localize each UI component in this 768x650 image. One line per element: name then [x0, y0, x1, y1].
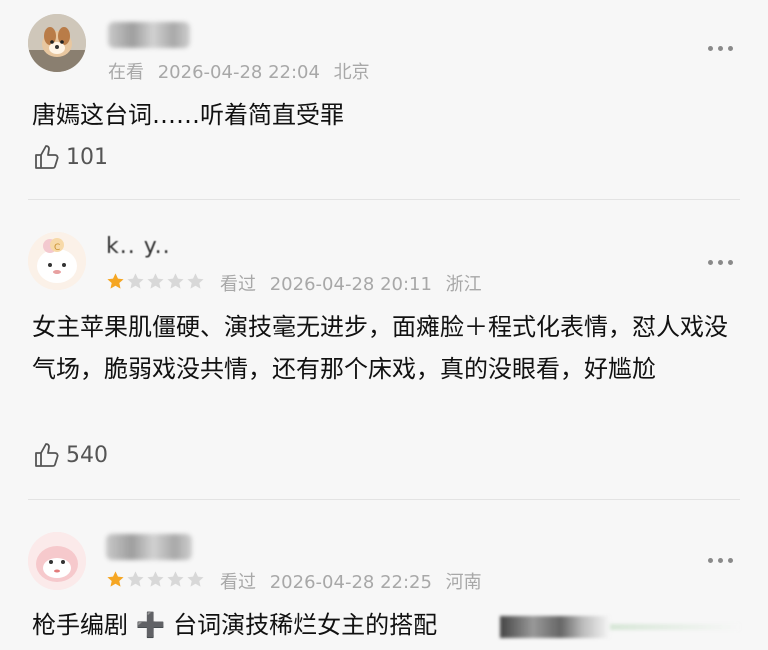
- more-options-button[interactable]: [708, 554, 738, 566]
- cartoon-avatar-icon: C: [28, 232, 86, 290]
- username[interactable]: [108, 22, 190, 48]
- star-filled-icon: [107, 571, 124, 587]
- more-options-button[interactable]: [708, 42, 738, 54]
- rating-stars: [106, 570, 205, 589]
- like-button[interactable]: 540: [32, 440, 108, 470]
- like-button[interactable]: 101: [32, 142, 108, 172]
- avatar[interactable]: [28, 14, 86, 72]
- comment-item: C k.. y.. 看过 2026-04-28 20:11 浙江 女主苹果肌僵硬…: [0, 200, 768, 500]
- more-dot-icon: [708, 557, 713, 563]
- more-dot-icon: [728, 45, 733, 51]
- blurred-text: [610, 624, 740, 630]
- comment-item: 在看 2026-04-28 22:04 北京 唐嫣这台词……听着简直受罪 101: [0, 0, 768, 200]
- star-empty-icon: [167, 571, 184, 587]
- comment-location: 北京: [333, 62, 370, 83]
- star-empty-icon: [147, 571, 164, 587]
- more-dot-icon: [718, 259, 723, 265]
- more-dot-icon: [728, 259, 733, 265]
- comment-datetime: 2026-04-28 22:04: [157, 62, 320, 83]
- comment-text: 女主苹果肌僵硬、演技毫无进步，面瘫脸＋程式化表情，怼人戏没气场，脆弱戏没共情，还…: [32, 313, 728, 383]
- thumbs-up-icon: [35, 443, 59, 467]
- blurred-text: [500, 616, 610, 638]
- comment-datetime: 2026-04-28 22:25: [269, 572, 432, 593]
- rating-stars: [106, 272, 205, 291]
- comment-meta: 看过 2026-04-28 22:25 河南: [220, 568, 490, 594]
- star-empty-icon: [187, 273, 204, 289]
- watch-status: 看过: [220, 274, 256, 295]
- star-empty-icon: [147, 273, 164, 289]
- username[interactable]: k.. y..: [106, 234, 171, 259]
- comment-text: 唐嫣这台词……听着简直受罪: [32, 101, 344, 129]
- watch-status: 看过: [220, 572, 256, 593]
- username[interactable]: [106, 534, 192, 560]
- more-dot-icon: [708, 45, 713, 51]
- more-dot-icon: [728, 557, 733, 563]
- thumbs-up-icon: [35, 145, 59, 169]
- dog-photo-icon: [28, 14, 86, 72]
- comment-meta: 在看 2026-04-28 22:04 北京: [108, 58, 378, 84]
- like-count: 540: [66, 442, 108, 468]
- cartoon-avatar-icon: [28, 532, 86, 590]
- watch-status: 在看: [108, 62, 144, 83]
- more-dot-icon: [718, 45, 723, 51]
- more-dot-icon: [708, 259, 713, 265]
- star-empty-icon: [187, 571, 204, 587]
- comment-location: 浙江: [445, 274, 482, 295]
- comment-datetime: 2026-04-28 20:11: [269, 274, 432, 295]
- comment-location: 河南: [445, 572, 482, 593]
- svg-text:C: C: [54, 243, 60, 253]
- star-filled-icon: [107, 273, 124, 289]
- comment-meta: 看过 2026-04-28 20:11 浙江: [220, 270, 490, 296]
- star-empty-icon: [127, 571, 144, 587]
- avatar[interactable]: [28, 532, 86, 590]
- more-options-button[interactable]: [708, 256, 738, 268]
- star-empty-icon: [167, 273, 184, 289]
- more-dot-icon: [718, 557, 723, 563]
- comment-text: 枪手编剧 ➕ 台词演技稀烂女主的搭配: [32, 611, 438, 639]
- comment-item: 看过 2026-04-28 22:25 河南 枪手编剧 ➕ 台词演技稀烂女主的搭…: [0, 500, 768, 650]
- like-count: 101: [66, 144, 108, 170]
- star-empty-icon: [127, 273, 144, 289]
- avatar[interactable]: C: [28, 232, 86, 290]
